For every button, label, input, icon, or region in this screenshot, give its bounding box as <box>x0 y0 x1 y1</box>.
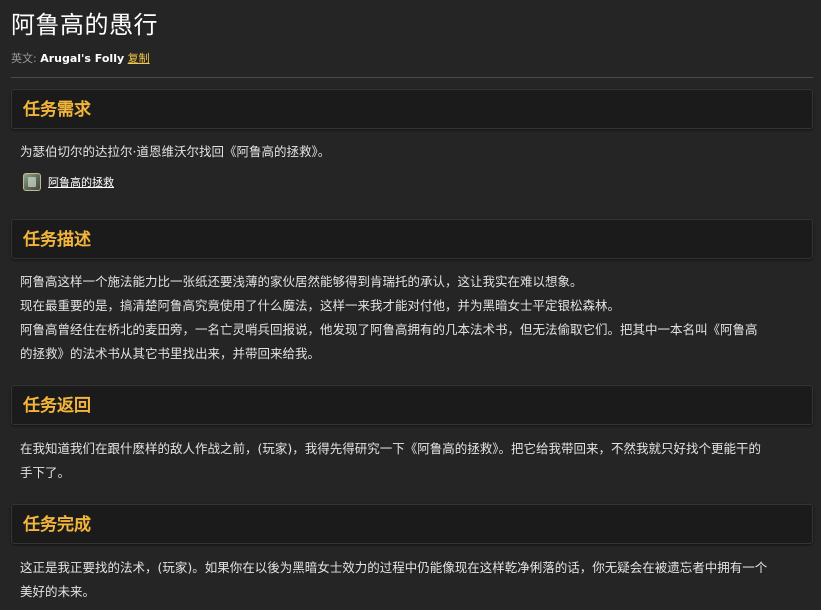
english-name-row: 英文: Arugal's Folly 复制 <box>11 51 150 67</box>
section-heading-description: 任务描述 <box>23 230 91 250</box>
section-header-requirements: 任务需求 <box>11 89 813 129</box>
requirements-text: 为瑟伯切尔的达拉尔·道恩维沃尔找回《阿鲁高的拯救》。 <box>20 144 331 159</box>
progress-line: 在我知道我们在跟什麽样的敌人作战之前，(玩家)，我得先得研究一下《阿鲁高的拯救》… <box>20 441 762 456</box>
quest-page: 阿鲁高的愚行 英文: Arugal's Folly 复制 任务需求 为瑟伯切尔的… <box>0 0 821 610</box>
section-heading-completion: 任务完成 <box>23 515 91 535</box>
quest-item-link[interactable]: 阿鲁高的拯救 <box>48 174 114 190</box>
progress-line: 手下了。 <box>20 465 71 480</box>
section-header-description: 任务描述 <box>11 219 813 259</box>
section-header-progress: 任务返回 <box>11 385 813 425</box>
description-line: 阿鲁高曾经住在桥北的麦田旁，一名亡灵哨兵回报说，他发现了阿鲁高拥有的几本法术书，… <box>20 322 758 337</box>
book-icon[interactable] <box>23 173 41 191</box>
english-name: Arugal's Folly <box>40 52 125 65</box>
section-heading-requirements: 任务需求 <box>23 100 91 120</box>
quest-item[interactable]: 阿鲁高的拯救 <box>23 172 114 192</box>
description-line: 阿鲁高这样一个施法能力比一张纸还要浅薄的家伙居然能够得到肯瑞托的承认，这让我实在… <box>20 274 583 289</box>
progress-text: 在我知道我们在跟什麽样的敌人作战之前，(玩家)，我得先得研究一下《阿鲁高的拯救》… <box>20 437 815 485</box>
title-divider <box>11 77 813 78</box>
section-header-completion: 任务完成 <box>11 504 813 544</box>
description-text: 阿鲁高这样一个施法能力比一张纸还要浅薄的家伙居然能够得到肯瑞托的承认，这让我实在… <box>20 270 815 366</box>
completion-line: 美好的未来。 <box>20 584 96 599</box>
description-line: 的拯救》的法术书从其它书里找出来，并带回来给我。 <box>20 346 321 361</box>
completion-text: 这正是我正要找的法术，(玩家)。如果你在以後为黑暗女士效力的过程中仍能像现在这样… <box>20 556 815 604</box>
completion-line: 这正是我正要找的法术，(玩家)。如果你在以後为黑暗女士效力的过程中仍能像现在这样… <box>20 560 768 575</box>
english-label: 英文: <box>11 52 37 65</box>
page-title: 阿鲁高的愚行 <box>11 11 158 39</box>
section-heading-progress: 任务返回 <box>23 396 91 416</box>
copy-link[interactable]: 复制 <box>128 52 150 65</box>
description-line: 现在最重要的是，搞清楚阿鲁高究竟使用了什么魔法，这样一来我才能对付他，并为黑暗女… <box>20 298 621 313</box>
